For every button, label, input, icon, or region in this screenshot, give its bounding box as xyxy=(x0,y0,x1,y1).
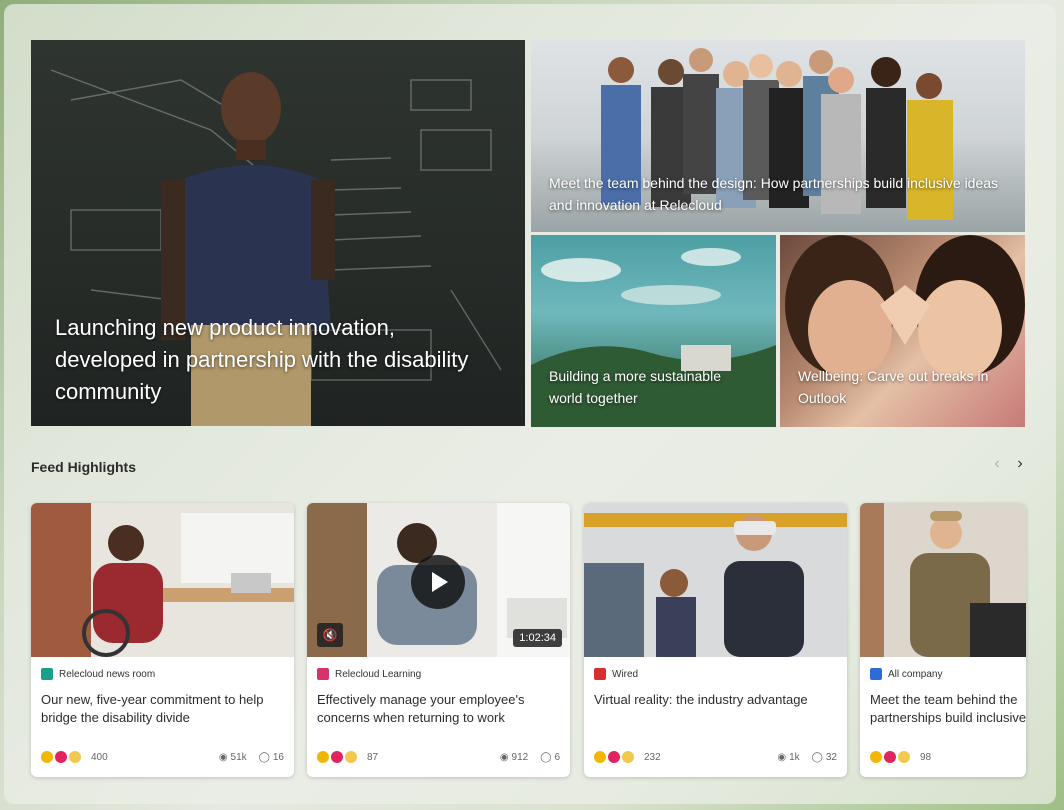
hero-story-wellbeing[interactable]: Wellbeing: Carve out breaks in Outlook xyxy=(780,235,1025,427)
view-count: 912 xyxy=(511,751,529,763)
card-source[interactable]: All company xyxy=(870,668,942,680)
card-footer: 400 ◉ 51k ◯ 16 xyxy=(41,751,284,763)
reactions[interactable]: 98 xyxy=(870,751,931,763)
card-stats: ◉ 1k ◯ 32 xyxy=(777,752,837,763)
hero-story-main[interactable]: Launching new product innovation, develo… xyxy=(31,40,525,426)
comment-icon[interactable]: ◯ xyxy=(259,752,270,763)
hero-main-title: Launching new product innovation, develo… xyxy=(55,315,469,404)
card-thumbnail xyxy=(860,503,1026,657)
reactions[interactable]: 232 xyxy=(594,751,661,763)
card-thumbnail xyxy=(584,503,847,657)
card-source-label: Relecloud news room xyxy=(59,668,156,680)
reactions[interactable]: 87 xyxy=(317,751,378,763)
feed-card[interactable]: 🔇 1:02:34 Relecloud Learning Effectively… xyxy=(307,503,570,777)
heart-icon xyxy=(608,751,620,763)
play-button[interactable] xyxy=(411,555,465,609)
card-stats: ◉ 51k ◯ 16 xyxy=(219,752,284,763)
hero-story-team[interactable]: Meet the team behind the design: How par… xyxy=(531,40,1025,232)
comment-icon[interactable]: ◯ xyxy=(540,752,551,763)
smile-icon xyxy=(345,751,357,763)
comment-icon[interactable]: ◯ xyxy=(812,752,823,763)
comment-count: 32 xyxy=(825,751,837,763)
card-source-label: Relecloud Learning xyxy=(335,668,422,680)
chevron-right-icon[interactable]: › xyxy=(1011,455,1029,473)
comment-count: 16 xyxy=(272,751,284,763)
reactions[interactable]: 400 xyxy=(41,751,108,763)
hero-story-sustainable[interactable]: Building a more sustainable world togeth… xyxy=(531,235,776,427)
card-thumbnail xyxy=(31,503,294,657)
reaction-count: 232 xyxy=(644,751,661,763)
card-title[interactable]: Effectively manage your employee's conce… xyxy=(317,691,562,727)
view-count: 51k xyxy=(230,751,247,763)
comment-count: 6 xyxy=(554,751,560,763)
reaction-count: 87 xyxy=(367,751,379,763)
views-icon: ◉ xyxy=(218,751,228,763)
learning-icon xyxy=(317,668,329,680)
mute-icon[interactable]: 🔇 xyxy=(317,623,343,647)
all-company-icon xyxy=(870,668,882,680)
video-duration: 1:02:34 xyxy=(513,629,562,647)
like-icon xyxy=(594,751,606,763)
newsroom-icon xyxy=(41,668,53,680)
card-source[interactable]: Relecloud news room xyxy=(41,668,155,680)
feed-highlights-title: Feed Highlights xyxy=(31,459,136,475)
smile-icon xyxy=(69,751,81,763)
card-title[interactable]: Our new, five-year commitment to help br… xyxy=(41,691,286,727)
smile-icon xyxy=(898,751,910,763)
hero-team-title: Meet the team behind the design: How par… xyxy=(549,175,999,213)
card-source[interactable]: Relecloud Learning xyxy=(317,668,421,680)
card-title[interactable]: Meet the team behind the partnerships bu… xyxy=(870,691,1026,727)
card-footer: 232 ◉ 1k ◯ 32 xyxy=(594,751,837,763)
hero-world-title: Building a more sustainable world togeth… xyxy=(549,368,721,406)
reaction-count: 98 xyxy=(920,751,932,763)
heart-icon xyxy=(55,751,67,763)
card-stats: ◉ 912 ◯ 6 xyxy=(500,752,560,763)
like-icon xyxy=(317,751,329,763)
card-footer: 98 xyxy=(870,751,1016,763)
card-source-label: All company xyxy=(888,668,943,680)
chevron-left-icon[interactable]: ‹ xyxy=(988,455,1006,473)
card-source[interactable]: Wired xyxy=(594,668,638,680)
feed-card[interactable]: Relecloud news room Our new, five-year c… xyxy=(31,503,294,777)
hero-wellbeing-title: Wellbeing: Carve out breaks in Outlook xyxy=(798,368,989,406)
reaction-count: 400 xyxy=(91,751,108,763)
heart-icon xyxy=(331,751,343,763)
card-thumbnail: 🔇 1:02:34 xyxy=(307,503,570,657)
feed-card[interactable]: All company Meet the team behind the par… xyxy=(860,503,1026,777)
card-title[interactable]: Virtual reality: the industry advantage xyxy=(594,691,839,709)
like-icon xyxy=(41,751,53,763)
card-source-label: Wired xyxy=(612,668,639,680)
heart-icon xyxy=(884,751,896,763)
feed-card[interactable]: Wired Virtual reality: the industry adva… xyxy=(584,503,847,777)
like-icon xyxy=(870,751,882,763)
wired-icon xyxy=(594,668,606,680)
card-footer: 87 ◉ 912 ◯ 6 xyxy=(317,751,560,763)
views-icon: ◉ xyxy=(777,751,787,763)
smile-icon xyxy=(622,751,634,763)
view-count: 1k xyxy=(789,751,800,763)
views-icon: ◉ xyxy=(499,751,509,763)
